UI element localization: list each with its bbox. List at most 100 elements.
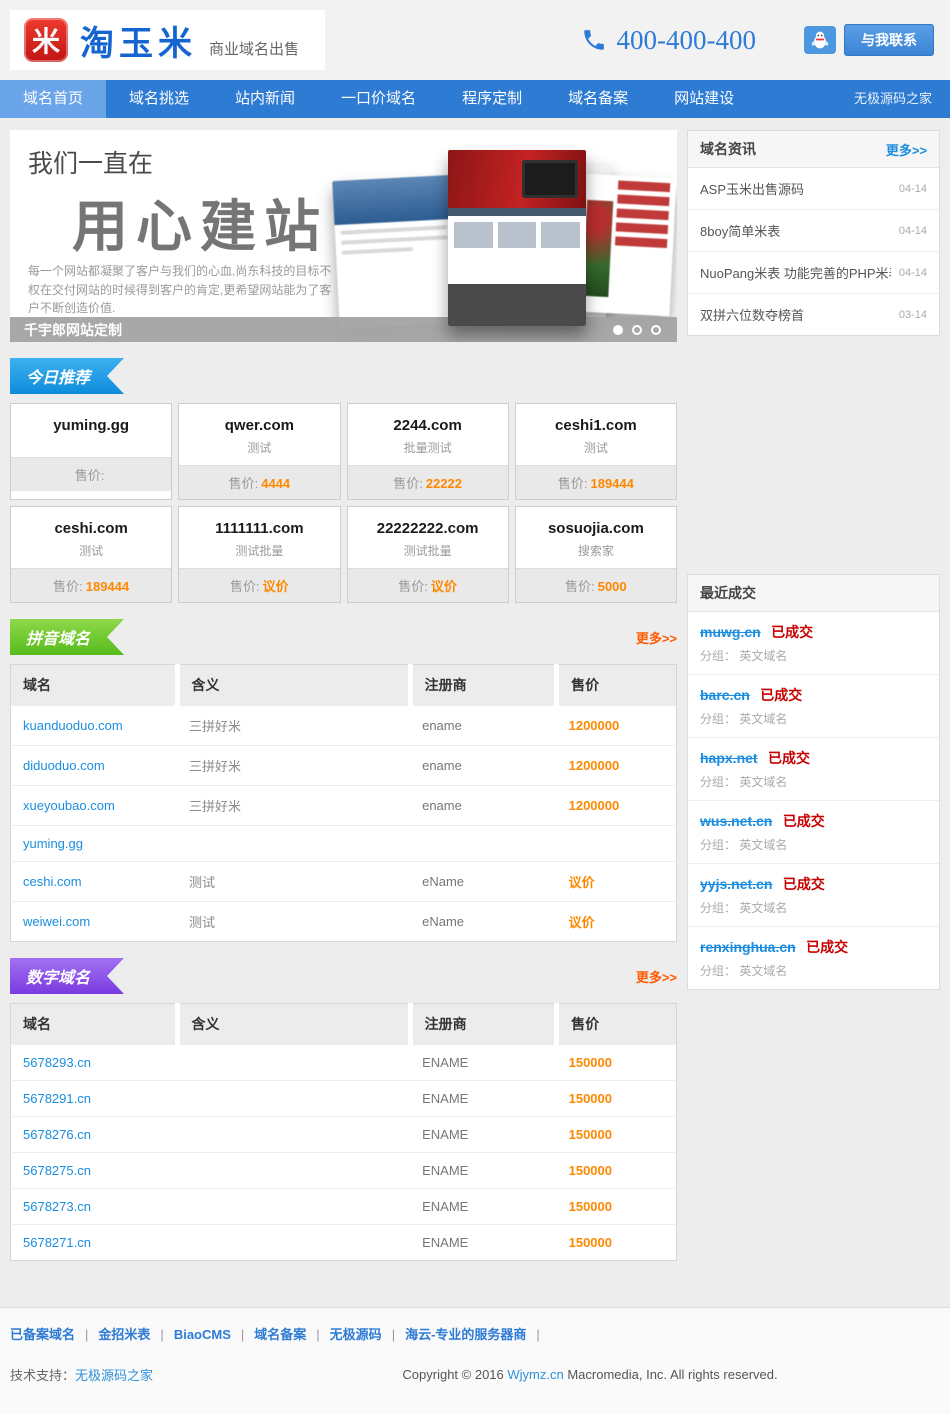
phone-icon [581,27,607,53]
cell-domain[interactable]: 5678275.cn [11,1153,178,1189]
footer-link[interactable]: BiaoCMS [174,1327,231,1342]
cell-domain[interactable]: weiwei.com [11,902,178,942]
news-title[interactable]: NuoPang米表 功能完善的PHP米表程 [700,263,891,282]
table-row[interactable]: ceshi.com 测试 eName 议价 [11,862,677,902]
page-footer: 已备案域名|金招米表|BiaoCMS|域名备案|无极源码|海云-专业的服务器商|… [0,1307,950,1414]
domain-card[interactable]: 1111111.com 测试批量 售价:议价 [178,506,340,603]
domain-card[interactable]: 22222222.com 测试批量 售价:议价 [347,506,509,603]
table-row[interactable]: weiwei.com 测试 eName 议价 [11,902,677,942]
support-label: 技术支持： [10,1368,75,1383]
table-row[interactable]: 5678293.cn ENAME 150000 [11,1045,677,1081]
sold-list-item[interactable]: muwg.cn 已成交 分组： 英文域名 [688,612,939,675]
nav-item[interactable]: 网站建设 [651,80,757,118]
nav-item[interactable]: 域名首页 [0,80,106,118]
domain-card[interactable]: qwer.com 测试 售价:4444 [178,403,340,500]
digit-more-link[interactable]: 更多>> [636,967,677,986]
carousel-dot[interactable] [651,325,661,335]
copyright-site-link[interactable]: Wjymz.cn [507,1367,563,1382]
cell-price [557,826,677,862]
cell-domain[interactable]: 5678271.cn [11,1225,178,1261]
card-price: 22222 [426,476,462,491]
sold-status-badge: 已成交 [783,813,825,829]
carousel-dot[interactable] [613,325,623,335]
card-domain: 2244.com [348,404,508,439]
cell-domain[interactable]: diduoduo.com [11,746,178,786]
sold-domain-link[interactable]: wus.net.cn [700,813,772,829]
section-badge-recommend: 今日推荐 [10,358,124,394]
pinyin-more-link[interactable]: 更多>> [636,628,677,647]
page-header: 米 淘玉米 商业域名出售 400-400-400 与我联系 [0,0,950,80]
table-row[interactable]: xueyoubao.com 三拼好米 ename 1200000 [11,786,677,826]
logo[interactable]: 米 淘玉米 商业域名出售 [10,10,325,70]
card-domain: yuming.gg [11,404,171,439]
sold-list-item[interactable]: wus.net.cn 已成交 分组： 英文域名 [688,801,939,864]
nav-item[interactable]: 站内新闻 [212,80,318,118]
domain-card[interactable]: sosuojia.com 搜索家 售价:5000 [515,506,677,603]
news-title[interactable]: 8boy简单米表 [700,221,780,240]
nav-item[interactable]: 程序定制 [439,80,545,118]
cell-domain[interactable]: 5678273.cn [11,1189,178,1225]
domain-card[interactable]: ceshi.com 测试 售价:189444 [10,506,172,603]
support-link[interactable]: 无极源码之家 [75,1368,153,1383]
sold-list-item[interactable]: hapx.net 已成交 分组： 英文域名 [688,738,939,801]
nav-item[interactable]: 域名挑选 [106,80,212,118]
sold-domain-link[interactable]: barc.cn [700,687,750,703]
table-row[interactable]: kuanduoduo.com 三拼好米 ename 1200000 [11,706,677,746]
cell-domain[interactable]: xueyoubao.com [11,786,178,826]
news-list-item[interactable]: 8boy简单米表 04-14 [688,210,939,252]
cell-domain[interactable]: 5678276.cn [11,1117,178,1153]
news-box: 域名资讯 更多>> ASP玉米出售源码 04-14 8boy简单米表 04-14 [687,130,940,336]
sold-list-item[interactable]: renxinghua.cn 已成交 分组： 英文域名 [688,927,939,989]
news-list-item[interactable]: NuoPang米表 功能完善的PHP米表程 04-14 [688,252,939,294]
table-row[interactable]: 5678271.cn ENAME 150000 [11,1225,677,1261]
table-row[interactable]: yuming.gg [11,826,677,862]
nav-right-link[interactable]: 无极源码之家 [854,80,950,118]
nav-item[interactable]: 域名备案 [545,80,651,118]
footer-link[interactable]: 金招米表 [98,1327,150,1342]
nav-item[interactable]: 一口价域名 [318,80,439,118]
news-title[interactable]: ASP玉米出售源码 [700,179,804,198]
table-row[interactable]: 5678291.cn ENAME 150000 [11,1081,677,1117]
cell-domain[interactable]: 5678291.cn [11,1081,178,1117]
cell-domain[interactable]: kuanduoduo.com [11,706,178,746]
sold-group: 分组： 英文域名 [700,773,927,790]
card-description: 批量测试 [348,439,508,465]
cell-registrar: ENAME [410,1081,557,1117]
cell-price: 150000 [557,1153,677,1189]
carousel-dot[interactable] [632,325,642,335]
logo-rice-icon: 米 [24,18,68,62]
sold-list-item[interactable]: barc.cn 已成交 分组： 英文域名 [688,675,939,738]
sold-group: 分组： 英文域名 [700,899,927,916]
table-row[interactable]: diduoduo.com 三拼好米 ename 1200000 [11,746,677,786]
table-row[interactable]: 5678273.cn ENAME 150000 [11,1189,677,1225]
qq-icon[interactable] [804,26,836,54]
cell-domain[interactable]: 5678293.cn [11,1045,178,1081]
footer-link[interactable]: 海云-专业的服务器商 [405,1327,526,1342]
domain-card[interactable]: 2244.com 批量测试 售价:22222 [347,403,509,500]
cell-domain[interactable]: ceshi.com [11,862,178,902]
news-more-link[interactable]: 更多>> [886,140,927,159]
footer-link[interactable]: 无极源码 [330,1327,382,1342]
cell-meaning [177,1225,410,1261]
table-row[interactable]: 5678275.cn ENAME 150000 [11,1153,677,1189]
footer-link[interactable]: 已备案域名 [10,1327,75,1342]
domain-card[interactable]: ceshi1.com 测试 售价:189444 [515,403,677,500]
sold-domain-link[interactable]: yyjs.net.cn [700,876,772,892]
cell-meaning [177,1189,410,1225]
table-row[interactable]: 5678276.cn ENAME 150000 [11,1117,677,1153]
news-list-item[interactable]: 双拼六位数夺榜首 03-14 [688,294,939,335]
footer-link[interactable]: 域名备案 [254,1327,306,1342]
news-list-item[interactable]: ASP玉米出售源码 04-14 [688,168,939,210]
cell-domain[interactable]: yuming.gg [11,826,178,862]
sold-list-item[interactable]: yyjs.net.cn 已成交 分组： 英文域名 [688,864,939,927]
card-domain: ceshi1.com [516,404,676,439]
news-title[interactable]: 双拼六位数夺榜首 [700,305,804,324]
sold-domain-link[interactable]: renxinghua.cn [700,939,796,955]
domain-card[interactable]: yuming.gg 售价: [10,403,172,500]
sold-domain-link[interactable]: muwg.cn [700,624,761,640]
sold-domain-link[interactable]: hapx.net [700,750,758,766]
cell-registrar: ename [410,746,557,786]
section-badge-digit: 数字域名 [10,958,124,994]
contact-me-button[interactable]: 与我联系 [844,24,934,56]
news-date: 03-14 [899,309,927,321]
